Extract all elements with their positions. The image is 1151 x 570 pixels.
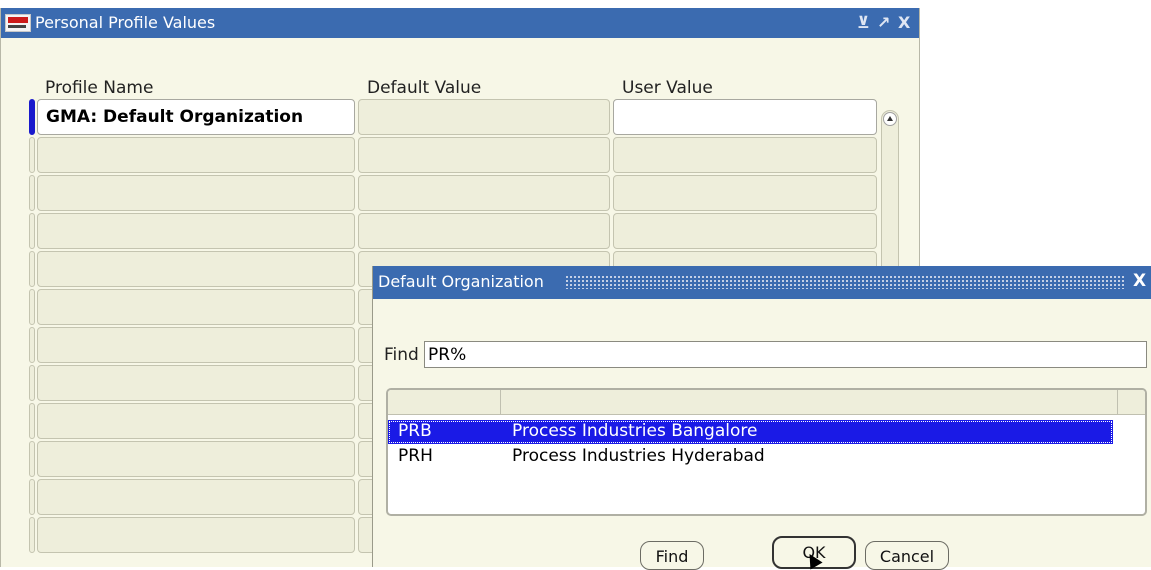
profile-name-cell[interactable] xyxy=(37,441,355,477)
column-header-profile-name: Profile Name xyxy=(45,78,154,98)
cancel-button[interactable]: Cancel xyxy=(865,541,949,570)
default-organization-dialog: Default Organization X Find PRB Process … xyxy=(372,266,1151,570)
titlebar-grip-pattern xyxy=(565,275,1125,289)
results-list[interactable]: PRB Process Industries Bangalore PRH Pro… xyxy=(386,388,1147,516)
record-indicator[interactable] xyxy=(29,327,35,363)
user-value-cell[interactable] xyxy=(613,99,877,135)
profile-name-cell[interactable] xyxy=(37,289,355,325)
result-description: Process Industries Bangalore xyxy=(512,421,758,441)
record-indicator[interactable] xyxy=(29,289,35,325)
profile-name-cell[interactable] xyxy=(37,213,355,249)
record-indicator[interactable] xyxy=(29,137,35,173)
results-header xyxy=(388,390,1145,415)
result-code: PRH xyxy=(398,446,433,466)
column-header-user-value: User Value xyxy=(622,78,713,98)
find-input[interactable] xyxy=(424,341,1147,368)
dialog-titlebar[interactable]: Default Organization X xyxy=(373,266,1151,299)
close-icon[interactable]: X xyxy=(898,13,910,32)
window-titlebar[interactable]: Personal Profile Values ⊻ ↗ X xyxy=(1,8,919,38)
record-indicator[interactable] xyxy=(29,479,35,515)
record-indicator[interactable] xyxy=(29,441,35,477)
profile-name-cell[interactable] xyxy=(37,403,355,439)
scroll-up-arrow-icon[interactable] xyxy=(883,112,897,126)
result-description: Process Industries Hyderabad xyxy=(512,446,765,466)
user-value-cell[interactable] xyxy=(613,175,877,211)
minimize-icon[interactable]: ⊻ xyxy=(857,13,870,32)
profile-name-cell[interactable] xyxy=(37,365,355,401)
profile-name-cell[interactable] xyxy=(37,327,355,363)
result-row-prb[interactable]: PRB Process Industries Bangalore xyxy=(388,420,1113,444)
find-button[interactable]: Find xyxy=(640,541,704,570)
find-label: Find xyxy=(384,345,419,365)
profile-name-cell[interactable]: GMA: Default Organization xyxy=(37,99,355,135)
profile-name-cell-text: GMA: Default Organization xyxy=(46,107,304,127)
maximize-icon[interactable]: ↗ xyxy=(877,13,890,32)
result-code: PRB xyxy=(398,421,432,441)
default-value-cell[interactable] xyxy=(358,137,610,173)
record-indicator[interactable] xyxy=(29,365,35,401)
user-value-cell[interactable] xyxy=(613,213,877,249)
profile-name-cell[interactable] xyxy=(37,251,355,287)
default-value-cell[interactable] xyxy=(358,99,610,135)
user-value-cell[interactable] xyxy=(613,137,877,173)
result-row-prh[interactable]: PRH Process Industries Hyderabad xyxy=(388,445,1113,469)
current-record-indicator[interactable] xyxy=(29,99,35,135)
profile-name-cell[interactable] xyxy=(37,175,355,211)
results-header-description-column[interactable] xyxy=(501,390,1118,414)
record-indicator[interactable] xyxy=(29,251,35,287)
column-header-default-value: Default Value xyxy=(367,78,482,98)
profile-name-cell[interactable] xyxy=(37,517,355,553)
dialog-close-icon[interactable]: X xyxy=(1133,271,1146,291)
profile-name-cell[interactable] xyxy=(37,137,355,173)
oracle-applications-logo-icon xyxy=(5,14,31,32)
dialog-title: Default Organization xyxy=(378,272,544,291)
default-value-cell[interactable] xyxy=(358,213,610,249)
record-indicator[interactable] xyxy=(29,213,35,249)
record-indicator[interactable] xyxy=(29,403,35,439)
record-indicator[interactable] xyxy=(29,517,35,553)
window-title: Personal Profile Values xyxy=(35,13,216,32)
results-header-code-column[interactable] xyxy=(388,390,501,414)
profile-name-cell[interactable] xyxy=(37,479,355,515)
default-value-cell[interactable] xyxy=(358,175,610,211)
record-indicator[interactable] xyxy=(29,175,35,211)
